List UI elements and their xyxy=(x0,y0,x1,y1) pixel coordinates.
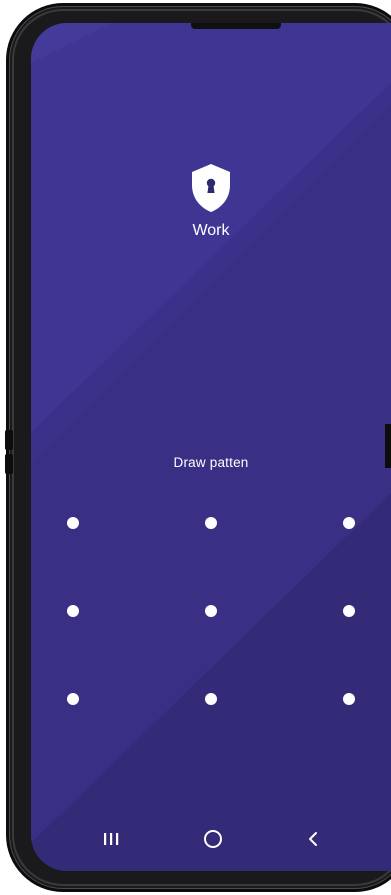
shield-keyhole-icon xyxy=(190,163,232,213)
hinge-right xyxy=(385,424,391,468)
profile-label: Work xyxy=(192,222,230,239)
camera-notch xyxy=(191,23,281,29)
pattern-dot-4[interactable] xyxy=(67,605,79,617)
navigation-bar xyxy=(31,821,391,861)
pattern-dot-1[interactable] xyxy=(67,517,79,529)
back-icon xyxy=(305,830,321,853)
pattern-dot-5[interactable] xyxy=(205,605,217,617)
recents-icon xyxy=(102,831,120,852)
draw-pattern-prompt: Draw patten xyxy=(173,455,249,470)
profile-area: Work xyxy=(31,163,391,240)
lock-screen: Work Draw patten xyxy=(31,23,391,871)
hinge-top xyxy=(5,430,13,450)
recents-button[interactable] xyxy=(97,829,125,853)
pattern-dot-6[interactable] xyxy=(343,605,355,617)
home-button[interactable] xyxy=(199,829,227,853)
pattern-dot-9[interactable] xyxy=(343,693,355,705)
pattern-dot-7[interactable] xyxy=(67,693,79,705)
pattern-dot-8[interactable] xyxy=(205,693,217,705)
background-wallpaper xyxy=(31,23,391,871)
pattern-dot-2[interactable] xyxy=(205,517,217,529)
home-icon xyxy=(202,828,224,855)
back-button[interactable] xyxy=(299,829,327,853)
pattern-dot-3[interactable] xyxy=(343,517,355,529)
hinge-bottom xyxy=(5,454,13,474)
